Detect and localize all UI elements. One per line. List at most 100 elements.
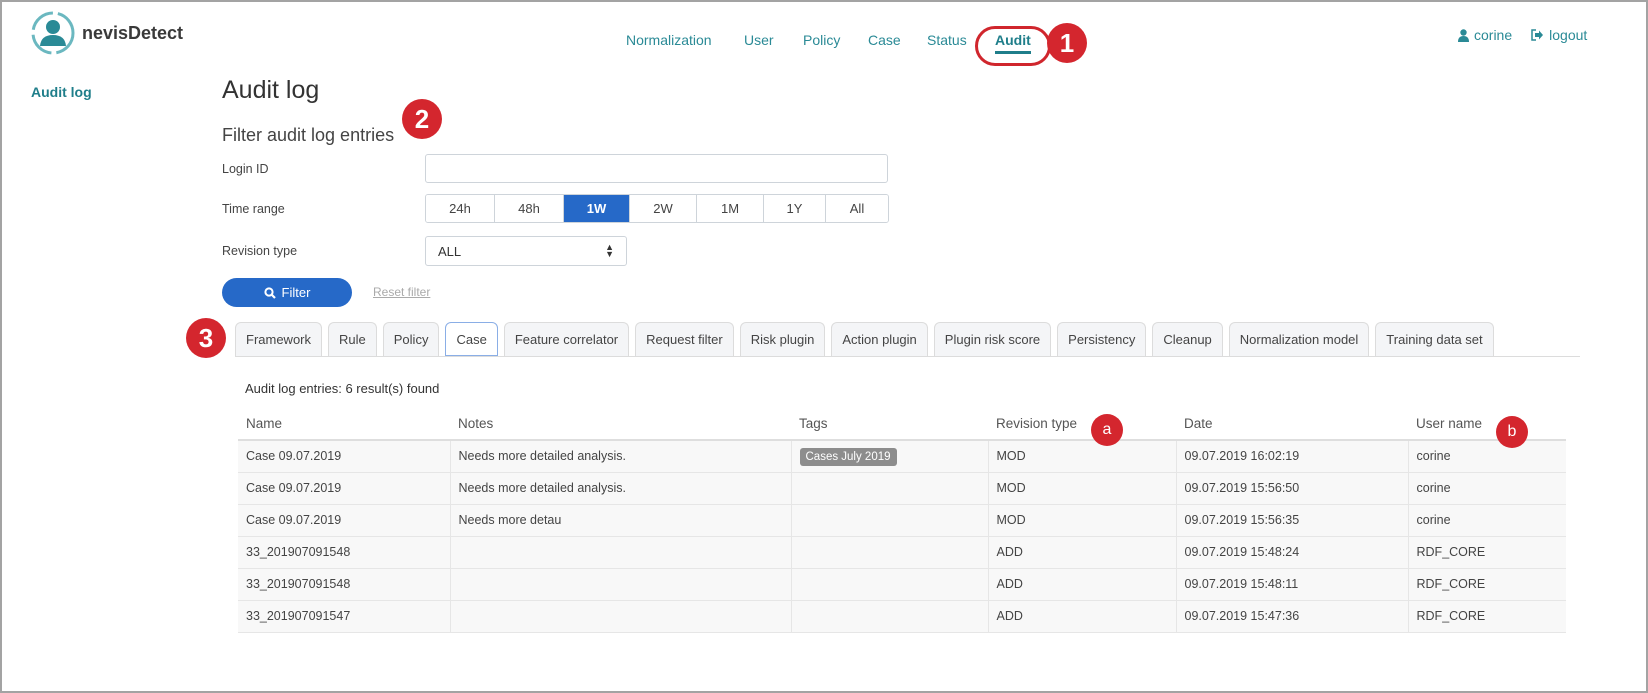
nav-status[interactable]: Status xyxy=(927,32,967,48)
tag-badge[interactable]: Cases July 2019 xyxy=(799,448,897,467)
cell-user: RDF_CORE xyxy=(1408,536,1566,569)
tab-framework[interactable]: Framework xyxy=(235,322,323,356)
tab-normalization-model[interactable]: Normalization model xyxy=(1228,322,1370,356)
cell-revision: MOD xyxy=(988,472,1177,505)
table-row[interactable]: 33_201907091548 ADD 09.07.2019 15:48:24 RDF… xyxy=(238,536,1566,569)
nav-policy[interactable]: Policy xyxy=(803,32,840,48)
col-revision-type[interactable]: Revision type xyxy=(988,408,1176,441)
nav-user[interactable]: User xyxy=(744,32,774,48)
callout-badge-1: 1 xyxy=(1047,23,1087,63)
cell-name: 33_201907091548 xyxy=(238,536,451,569)
revision-type-value: ALL xyxy=(438,243,462,259)
cell-date: 09.07.2019 15:56:35 xyxy=(1176,504,1409,537)
cell-date: 09.07.2019 15:47:36 xyxy=(1176,600,1409,633)
tab-request-filter[interactable]: Request filter xyxy=(635,322,734,356)
cell-notes: Needs more detailed analysis. xyxy=(450,472,792,505)
audit-log-table: Name Notes Tags Revision type Date User … xyxy=(238,408,1566,633)
table-row[interactable]: Case 09.07.2019 Needs more detailed analy… xyxy=(238,440,1566,473)
table-row[interactable]: 33_201907091547 ADD 09.07.2019 15:47:36 RDF… xyxy=(238,600,1566,633)
col-tags[interactable]: Tags xyxy=(791,408,988,441)
user-icon xyxy=(1458,28,1469,42)
filter-section-title: Filter audit log entries xyxy=(222,125,395,145)
cell-date: 09.07.2019 15:48:11 xyxy=(1176,568,1409,601)
cell-user: corine xyxy=(1408,504,1566,537)
table-row[interactable]: Case 09.07.2019 Needs more detailed analy… xyxy=(238,472,1566,505)
app-name: nevisDetect xyxy=(82,22,184,43)
cell-tag xyxy=(791,600,989,633)
cell-date: 09.07.2019 16:02:19 xyxy=(1176,440,1409,473)
nav-case[interactable]: Case xyxy=(868,32,901,48)
tab-feature-correlator[interactable]: Feature correlator xyxy=(503,322,630,356)
cell-tag: Cases July 2019 xyxy=(791,440,989,473)
cell-tag xyxy=(791,504,989,537)
login-id-label: Login ID xyxy=(222,162,269,176)
callout-badge-b: b xyxy=(1496,416,1528,448)
cell-user: corine xyxy=(1408,440,1566,473)
cell-notes: Needs more detailed analysis. xyxy=(450,440,792,473)
table-row[interactable]: Case 09.07.2019 Needs more detau MOD 09.07.… xyxy=(238,504,1566,537)
cell-name: 33_201907091547 xyxy=(238,600,451,633)
callout-badge-2: 2 xyxy=(402,99,442,139)
page-title: Audit log xyxy=(222,76,320,104)
time-range-1y[interactable]: 1Y xyxy=(764,195,826,222)
revision-type-select[interactable]: ALL ▲ ▼ xyxy=(425,236,627,266)
results-summary: Audit log entries: 6 result(s) found xyxy=(245,381,440,396)
col-date[interactable]: Date xyxy=(1176,408,1408,441)
tabs-divider xyxy=(235,356,1580,357)
time-range-24h[interactable]: 24h xyxy=(426,195,495,222)
cell-tag xyxy=(791,568,989,601)
login-id-input[interactable] xyxy=(425,154,888,183)
user-link[interactable]: corine xyxy=(1458,27,1512,43)
table-header-row: Name Notes Tags Revision type Date User … xyxy=(238,408,1566,441)
time-range-selector: 24h 48h 1W 2W 1M 1Y All xyxy=(425,194,889,223)
cell-notes xyxy=(450,600,792,633)
cell-revision: ADD xyxy=(988,568,1177,601)
time-range-48h[interactable]: 48h xyxy=(495,195,564,222)
reset-filter-link[interactable]: Reset filter xyxy=(373,285,430,299)
cell-name: Case 09.07.2019 xyxy=(238,504,451,537)
tab-case[interactable]: Case xyxy=(445,322,498,356)
nav-normalization[interactable]: Normalization xyxy=(626,32,712,48)
logout-icon xyxy=(1531,29,1544,41)
user-name: corine xyxy=(1474,27,1513,43)
tab-action-plugin[interactable]: Action plugin xyxy=(831,322,928,356)
cell-date: 09.07.2019 15:56:50 xyxy=(1176,472,1409,505)
tab-persistency[interactable]: Persistency xyxy=(1057,322,1147,356)
filter-button-label: Filter xyxy=(281,285,311,300)
callout-badge-3: 3 xyxy=(186,318,226,358)
logout-link[interactable]: logout xyxy=(1530,27,1587,43)
tab-risk-plugin[interactable]: Risk plugin xyxy=(739,322,826,356)
search-icon xyxy=(263,286,276,299)
app-logo[interactable]: nevisDetect xyxy=(30,10,183,56)
tab-policy[interactable]: Policy xyxy=(382,322,440,356)
tab-cleanup[interactable]: Cleanup xyxy=(1152,322,1223,356)
col-name[interactable]: Name xyxy=(238,408,450,441)
time-range-all[interactable]: All xyxy=(826,195,888,222)
cell-user: RDF_CORE xyxy=(1408,600,1566,633)
sidebar-item-audit-log[interactable]: Audit log xyxy=(31,84,92,100)
col-notes[interactable]: Notes xyxy=(450,408,791,441)
user-menu: corine logout xyxy=(1458,27,1587,43)
tab-plugin-risk-score[interactable]: Plugin risk score xyxy=(933,322,1052,356)
cell-user: RDF_CORE xyxy=(1408,568,1566,601)
callout-ring xyxy=(975,26,1051,66)
cell-user: corine xyxy=(1408,472,1566,505)
cell-name: Case 09.07.2019 xyxy=(238,440,451,473)
cell-name: Case 09.07.2019 xyxy=(238,472,451,505)
table-row[interactable]: 33_201907091548 ADD 09.07.2019 15:48:11 RDF… xyxy=(238,568,1566,601)
cell-notes xyxy=(450,536,792,569)
time-range-2w[interactable]: 2W xyxy=(630,195,697,222)
tab-rule[interactable]: Rule xyxy=(328,322,377,356)
cell-revision: MOD xyxy=(988,504,1177,537)
col-user-name[interactable]: User name xyxy=(1408,408,1566,441)
time-range-1m[interactable]: 1M xyxy=(697,195,764,222)
filter-button[interactable]: Filter xyxy=(222,278,352,307)
cell-tag xyxy=(791,536,989,569)
cell-notes: Needs more detau xyxy=(450,504,792,537)
cell-notes xyxy=(450,568,792,601)
cell-revision: ADD xyxy=(988,536,1177,569)
revision-type-label: Revision type xyxy=(222,244,298,258)
tab-training-data-set[interactable]: Training data set xyxy=(1375,322,1494,356)
cell-revision: ADD xyxy=(988,600,1177,633)
time-range-1w[interactable]: 1W xyxy=(564,195,630,222)
